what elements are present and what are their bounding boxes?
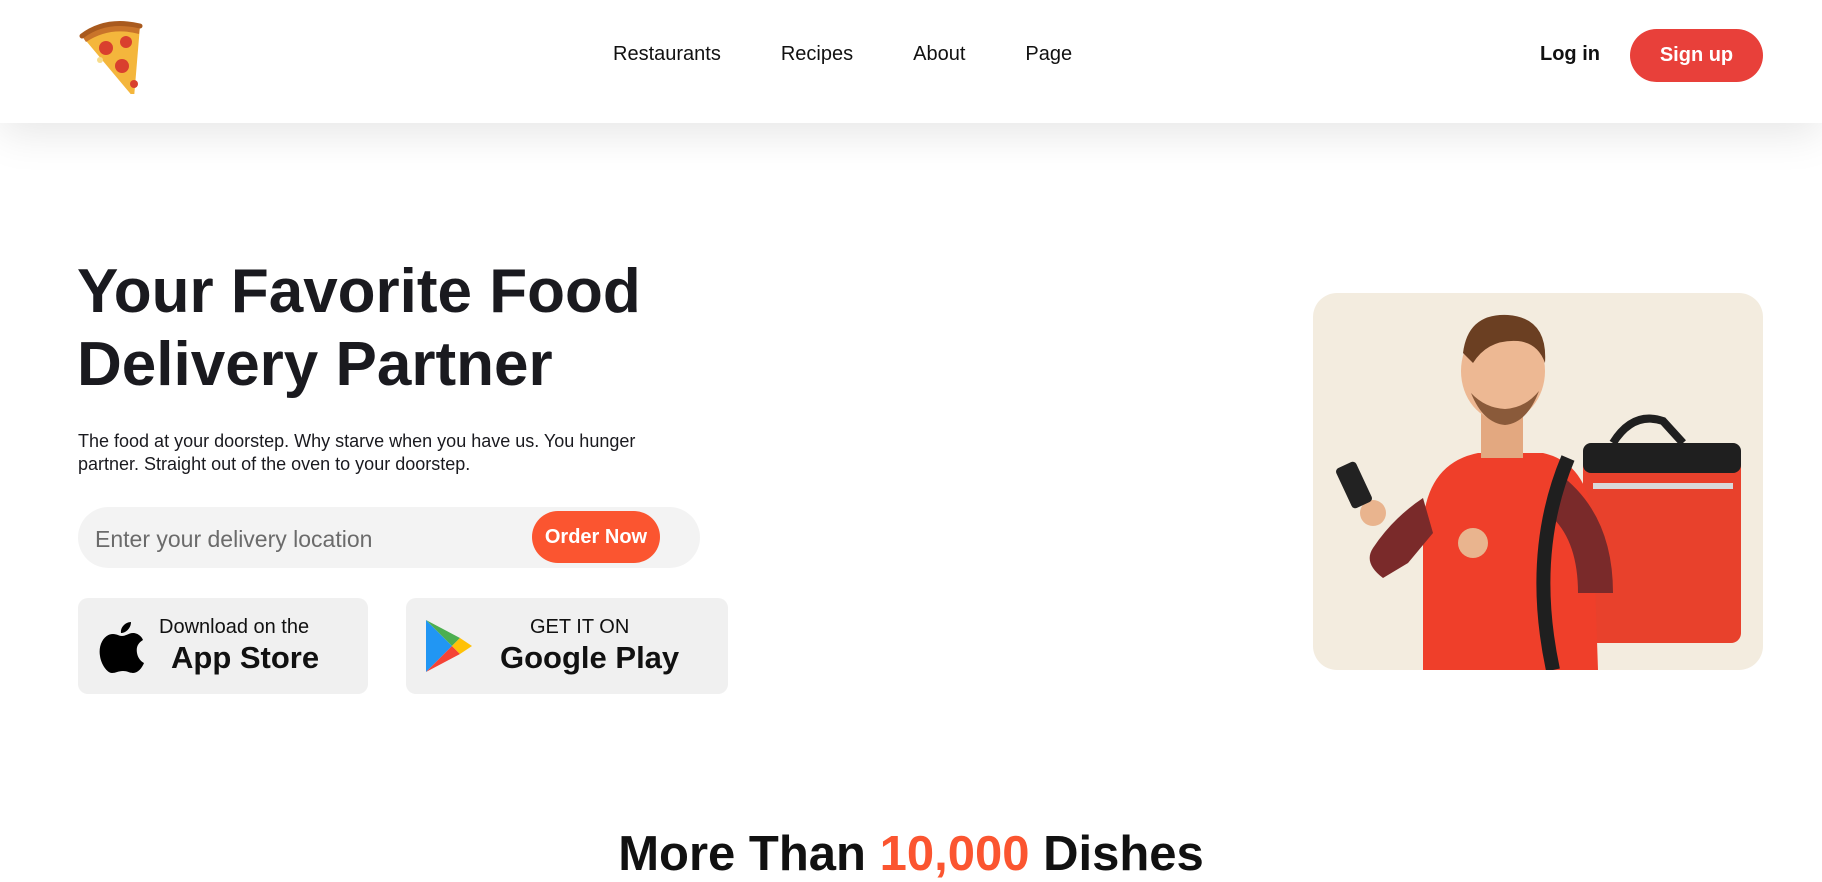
delivery-man-image (1313, 293, 1763, 670)
section-title-prefix: More Than (618, 827, 880, 881)
app-store-button[interactable]: Download on the App Store (78, 598, 368, 694)
section-title-highlight: 10,000 (879, 827, 1030, 881)
main-nav: Restaurants Recipes About Page (613, 43, 1072, 66)
nav-recipes[interactable]: Recipes (781, 43, 853, 66)
hero-title: Your Favorite Food Delivery Partner (77, 255, 777, 401)
google-play-button[interactable]: GET IT ON Google Play (406, 598, 728, 694)
app-store-big-text: App Store (171, 640, 320, 675)
hero-title-line-2: Delivery Partner (77, 330, 553, 399)
navbar: Restaurants Recipes About Page Log in Si… (0, 0, 1822, 123)
delivery-location-input[interactable] (93, 519, 597, 559)
google-play-icon (424, 618, 474, 679)
delivery-search-bar: Order Now (78, 507, 700, 568)
section-title: More Than 10,000 Dishes (0, 826, 1822, 882)
hero-title-line-1: Your Favorite Food (77, 257, 641, 326)
hero-description: The food at your doorstep. Why starve wh… (78, 431, 636, 474)
app-store-small-text: Download on the (159, 616, 310, 638)
signup-button[interactable]: Sign up (1630, 29, 1763, 82)
nav-page[interactable]: Page (1025, 43, 1072, 66)
login-link[interactable]: Log in (1540, 43, 1600, 66)
google-play-small-text: GET IT ON (530, 616, 630, 638)
google-play-big-text: Google Play (500, 640, 680, 675)
order-now-button[interactable]: Order Now (532, 511, 660, 563)
nav-restaurants[interactable]: Restaurants (613, 43, 721, 66)
nav-about[interactable]: About (913, 43, 965, 66)
section-title-suffix: Dishes (1029, 827, 1204, 881)
pizza-logo-icon[interactable] (76, 12, 146, 99)
apple-icon (98, 618, 146, 679)
